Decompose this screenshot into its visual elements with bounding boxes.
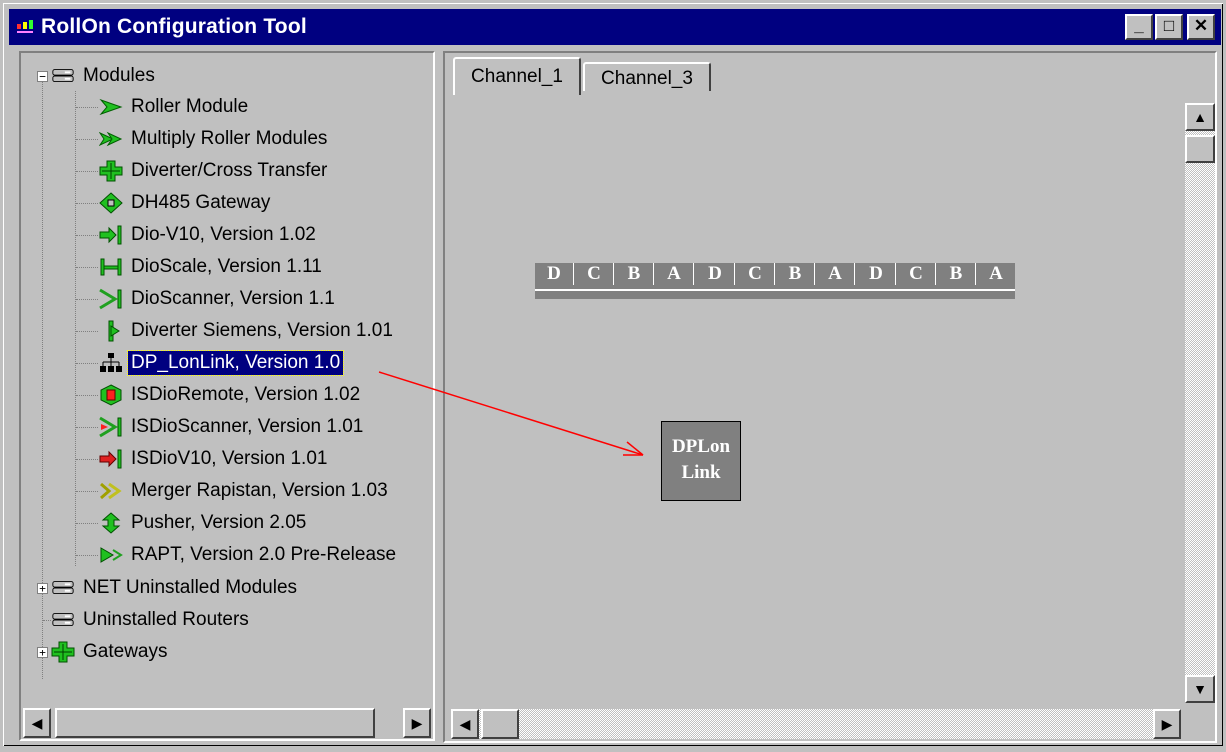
tree-item-isdioremote[interactable]: ISDioRemote, Version 1.02	[99, 380, 363, 410]
multi-roller-icon	[99, 128, 123, 150]
canvas-scroll-thumb[interactable]	[481, 709, 519, 739]
tree-item-isdiov10[interactable]: ISDioV10, Version 1.01	[99, 444, 330, 474]
collapse-modules-icon[interactable]: −	[37, 71, 48, 82]
dp-lonlink-module-block[interactable]: DPLon Link	[661, 421, 741, 501]
gateway-diamond-icon	[99, 192, 123, 214]
cross-icon	[99, 160, 123, 182]
channel-segment-1[interactable]: D C B A	[535, 263, 696, 299]
title-bar[interactable]: RollOn Configuration Tool _ □ ✕	[9, 9, 1221, 45]
is-scanner-icon	[99, 416, 123, 438]
scroll-thumb[interactable]	[55, 708, 375, 738]
scroll-left-button[interactable]: ◀	[23, 708, 51, 738]
channel-segment-2[interactable]: D C B A	[696, 263, 857, 299]
tree-item-rapt[interactable]: RAPT, Version 2.0 Pre-Release	[99, 540, 399, 570]
tree-item-merger-rapistan[interactable]: Merger Rapistan, Version 1.03	[99, 476, 391, 506]
network-icon	[99, 352, 123, 374]
tree-horizontal-scrollbar[interactable]: ◀ ▶	[23, 708, 431, 738]
merger-icon	[99, 480, 123, 502]
channel-pane[interactable]: Channel_1 Channel_3 D C B A D C B A D C	[443, 51, 1217, 743]
app-window: RollOn Configuration Tool _ □ ✕ − Module…	[0, 0, 1226, 749]
maximize-icon: □	[1163, 16, 1175, 35]
close-button[interactable]: ✕	[1187, 14, 1215, 40]
expand-gateways-icon[interactable]: +	[37, 647, 48, 658]
canvas-scroll-right-button[interactable]: ▶	[1153, 709, 1181, 739]
tree-item-pusher[interactable]: Pusher, Version 2.05	[99, 508, 309, 538]
minimize-button[interactable]: _	[1125, 14, 1153, 40]
tree-item-diverter-cross[interactable]: Diverter/Cross Transfer	[99, 156, 330, 186]
tree-item-label: Modules	[83, 65, 155, 86]
vertical-scroll-thumb[interactable]	[1185, 135, 1215, 163]
window-title: RollOn Configuration Tool	[41, 15, 307, 38]
server-stack-icon	[51, 609, 75, 631]
scroll-right-button[interactable]: ▶	[403, 708, 431, 738]
module-tree-pane[interactable]: − Modules Roller Module Multiply Roller …	[19, 51, 435, 741]
diverter-icon	[99, 320, 123, 342]
tree-item-uninstalled-routers[interactable]: Uninstalled Routers	[51, 605, 252, 635]
maximize-button[interactable]: □	[1155, 14, 1183, 40]
channel-canvas[interactable]: D C B A D C B A D C B A DPLon Link ▲ ▼ ◀…	[451, 91, 1215, 741]
tree-item-gateways[interactable]: Gateways	[51, 637, 170, 667]
close-icon: ✕	[1193, 16, 1209, 35]
tree-item-roller-module[interactable]: Roller Module	[99, 92, 251, 122]
scroll-down-button[interactable]: ▼	[1185, 675, 1215, 703]
rapt-icon	[99, 544, 123, 566]
canvas-horizontal-scrollbar[interactable]: ◀ ▶	[451, 709, 1181, 739]
scanner-icon	[99, 288, 123, 310]
minimize-icon: _	[1134, 16, 1144, 35]
tree-item-dio-v10[interactable]: Dio-V10, Version 1.02	[99, 220, 319, 250]
tree-item-isdioscanner[interactable]: ISDioScanner, Version 1.01	[99, 412, 366, 442]
tree-item-dioscale[interactable]: DioScale, Version 1.11	[99, 252, 325, 282]
tree-item-dh485[interactable]: DH485 Gateway	[99, 188, 273, 218]
tree-item-dioscanner[interactable]: DioScanner, Version 1.1	[99, 284, 338, 314]
roller-icon	[99, 96, 123, 118]
canvas-scroll-left-button[interactable]: ◀	[451, 709, 479, 739]
tab-channel-3[interactable]: Channel_3	[583, 62, 711, 94]
pusher-icon	[99, 512, 123, 534]
app-icon	[17, 20, 33, 33]
tree-item-dp-lonlink[interactable]: DP_LonLink, Version 1.0	[99, 348, 345, 378]
tree-item-net-uninstalled[interactable]: NET Uninstalled Modules	[51, 573, 300, 603]
scroll-up-button[interactable]: ▲	[1185, 103, 1215, 131]
arrow-into-bar-icon	[99, 224, 123, 246]
expand-net-icon[interactable]: +	[37, 583, 48, 594]
module-tree[interactable]: − Modules Roller Module Multiply Roller …	[23, 55, 433, 705]
tree-item-multiply-roller[interactable]: Multiply Roller Modules	[99, 124, 330, 154]
remote-icon	[99, 384, 123, 406]
red-arrow-into-bar-icon	[99, 448, 123, 470]
cross-icon	[51, 641, 75, 663]
tab-channel-1[interactable]: Channel_1	[453, 57, 581, 95]
canvas-vertical-scrollbar[interactable]: ▲ ▼	[1185, 103, 1215, 703]
scale-icon	[99, 256, 123, 278]
server-stack-icon	[51, 577, 75, 599]
tree-item-diverter-siemens[interactable]: Diverter Siemens, Version 1.01	[99, 316, 396, 346]
channel-segment-3[interactable]: D C B A	[857, 263, 1015, 299]
tree-item-modules[interactable]: Modules	[51, 61, 158, 91]
server-stack-icon	[51, 65, 75, 87]
